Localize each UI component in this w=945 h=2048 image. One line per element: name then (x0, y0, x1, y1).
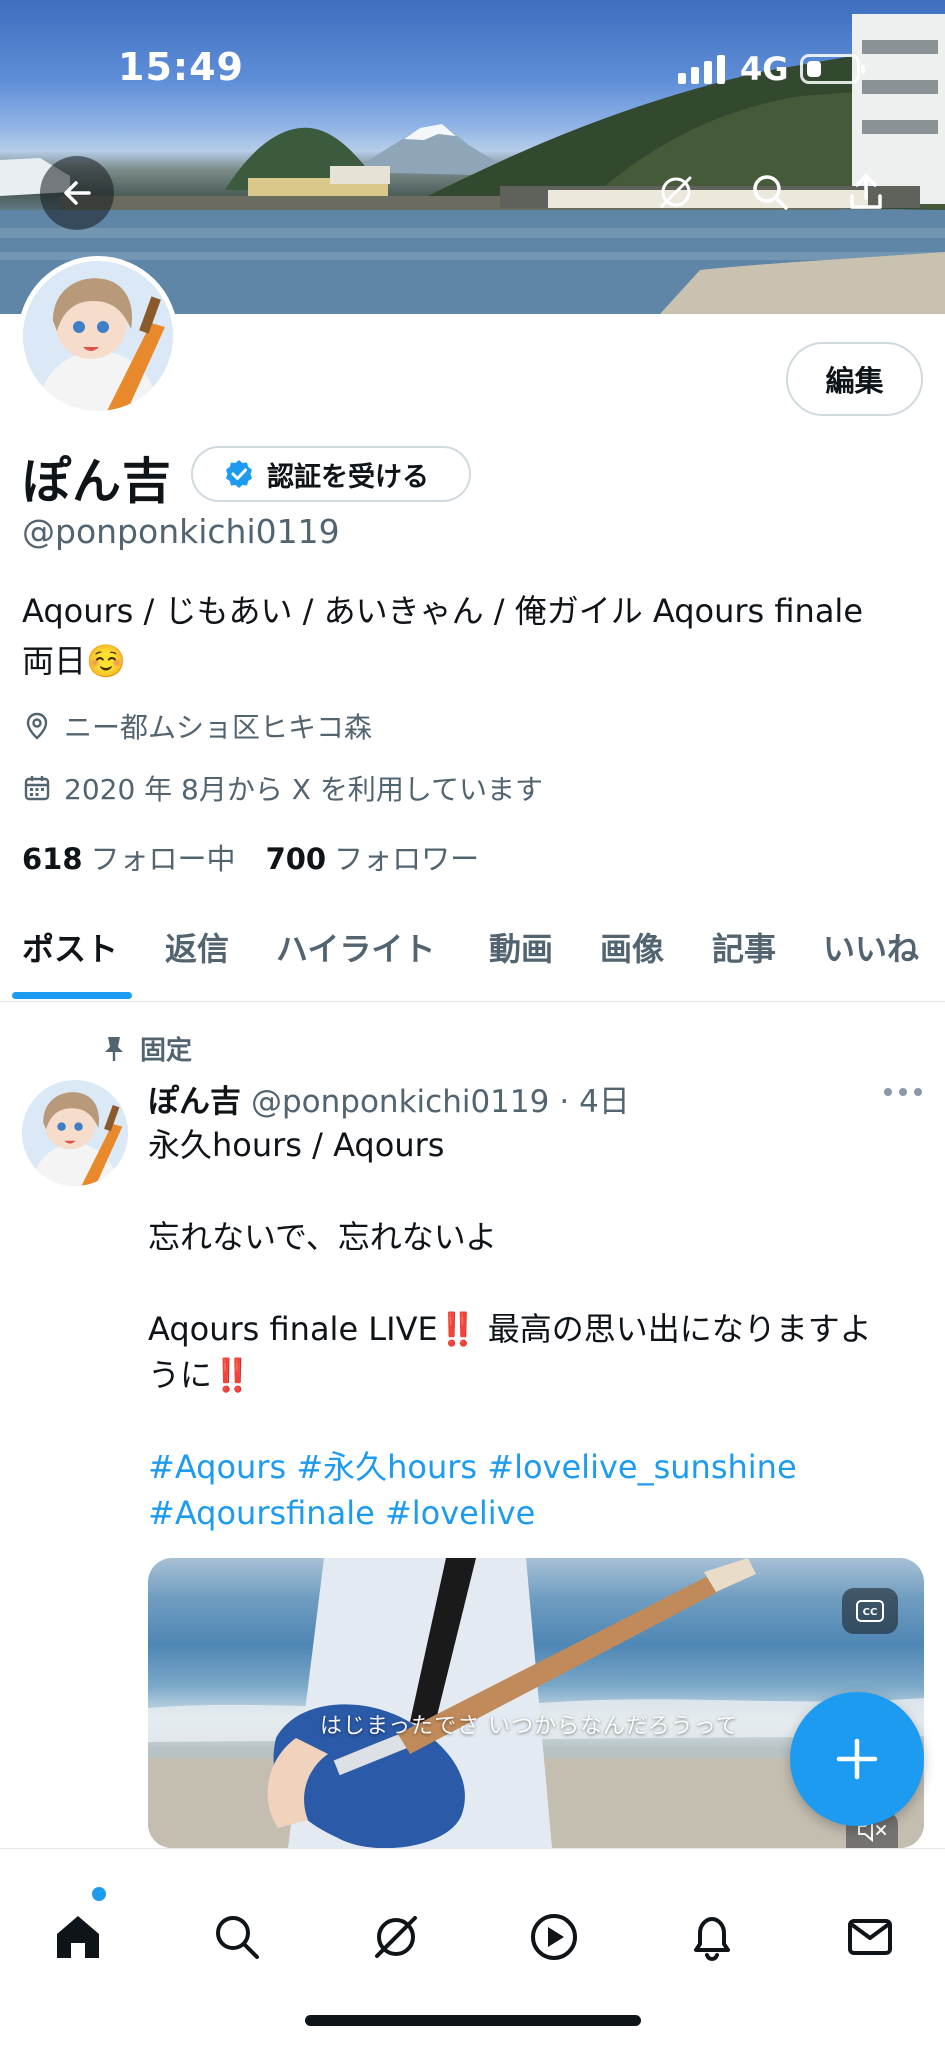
video-icon (531, 1914, 577, 1960)
profile-display-name: ぽん吉 (22, 453, 173, 510)
grok-button[interactable] (656, 172, 696, 212)
avatar-illustration (22, 1080, 128, 1186)
home-notification-dot (92, 1887, 106, 1901)
home-icon (57, 1916, 99, 1958)
share-icon (850, 174, 882, 209)
network-type: 4G (740, 50, 789, 88)
tab-images[interactable]: 画像 (600, 924, 664, 970)
more-dot-icon (884, 1088, 892, 1096)
status-time: 15:49 (118, 45, 244, 89)
status-bar: 15:49 4G (0, 0, 945, 130)
verified-badge-icon (226, 460, 252, 488)
signal-icon (678, 54, 725, 84)
followers-count: 700 (265, 842, 327, 876)
location-text: ニー都ムショ区ヒキコ森 (64, 711, 373, 744)
tab-replies[interactable]: 返信 (165, 924, 229, 970)
arrow-left-icon (64, 181, 91, 205)
grok-icon (660, 176, 692, 208)
pinned-label: 固定 (140, 1036, 193, 1066)
tab-videos[interactable]: 動画 (489, 924, 553, 970)
follow-stats: 618 フォロー中 700 フォロワー (22, 836, 479, 878)
grok-icon (375, 1916, 417, 1958)
captions-button[interactable]: CC (842, 1588, 898, 1634)
nav-grok[interactable] (366, 1907, 426, 1967)
post-text-line: 永久hours / Aqours (148, 1126, 445, 1164)
joined-text: 2020 年 8月から X を利用しています (64, 773, 544, 806)
nav-home[interactable] (48, 1907, 108, 1967)
nav-messages[interactable] (840, 1907, 900, 1967)
followers-link[interactable]: 700 フォロワー (266, 836, 480, 878)
search-icon (216, 1916, 259, 1959)
back-button[interactable] (40, 156, 114, 230)
followers-label: フォロワー (334, 842, 480, 876)
post-text-line: うに‼️ (148, 1356, 252, 1394)
profile-tabs: ポスト 返信 ハイライト 動画 画像 記事 いいね (0, 900, 945, 1002)
search-button[interactable] (750, 172, 790, 212)
mail-icon (848, 1919, 892, 1955)
post-text-line: Aqours finale LIVE‼️ 最高の思い出になりますよ (148, 1310, 872, 1348)
closed-captions-icon: CC (856, 1600, 884, 1622)
following-link[interactable]: 618 フォロー中 (22, 836, 236, 878)
nav-search[interactable] (207, 1907, 267, 1967)
calendar-icon (24, 776, 50, 801)
bio-line: Aqours / じもあい / あいきゃん / 俺ガイル Aqours fina… (22, 592, 864, 630)
tab-active-indicator (12, 992, 132, 999)
profile-location: ニー都ムショ区ヒキコ森 (22, 706, 372, 746)
battery-icon (800, 54, 865, 84)
profile-handle: @ponponkichi0119 (22, 512, 340, 551)
nav-notifications[interactable] (682, 1907, 742, 1967)
home-indicator (305, 2015, 641, 2026)
bottom-navigation (0, 1848, 945, 2048)
bio-line: 両日☺️ (22, 642, 126, 680)
location-pin-icon (26, 712, 48, 740)
post-hashtags[interactable]: #Aqoursfinale #lovelive (148, 1490, 908, 1536)
video-caption: はじまったでさ いつからなんだろうって (320, 1714, 739, 1739)
edit-profile-button[interactable]: 編集 (786, 342, 923, 416)
profile-bio: Aqours / じもあい / あいきゃん / 俺ガイル Aqours fina… (22, 586, 922, 686)
more-dot-icon (914, 1088, 922, 1096)
tab-articles[interactable]: 記事 (712, 924, 776, 970)
profile-joined: 2020 年 8月から X を利用しています (22, 768, 543, 808)
post-more-button[interactable] (884, 1088, 922, 1096)
following-label: フォロー中 (90, 842, 236, 876)
tab-highlights[interactable]: ハイライト (276, 924, 435, 970)
svg-text:CC: CC (863, 1607, 878, 1618)
post-author-name[interactable]: ぽん吉 (148, 1076, 241, 1121)
more-dot-icon (899, 1088, 907, 1096)
share-button[interactable] (846, 172, 886, 212)
avatar-illustration (23, 261, 173, 411)
post-hashtags[interactable]: #Aqours #永久hours #lovelive_sunshine (148, 1444, 908, 1490)
get-verified-label: 認証を受ける (267, 461, 429, 493)
compose-post-button[interactable] (790, 1692, 924, 1826)
plus-icon (836, 1738, 878, 1780)
post-time: · 4日 (559, 1084, 630, 1120)
pinned-indicator: 固定 (102, 1030, 192, 1067)
tab-likes[interactable]: いいね (823, 924, 919, 970)
post-header: ぽん吉 @ponponkichi0119 · 4日 (148, 1076, 630, 1121)
post-author-handle[interactable]: @ponponkichi0119 (251, 1084, 549, 1120)
get-verified-button[interactable]: 認証を受ける (191, 446, 471, 502)
nav-video[interactable] (524, 1907, 584, 1967)
following-count: 618 (22, 842, 83, 876)
post-text-line: 忘れないで、忘れないよ (148, 1218, 498, 1256)
pin-icon (105, 1036, 123, 1061)
tab-posts[interactable]: ポスト (22, 924, 118, 970)
post-author-avatar[interactable] (22, 1080, 128, 1186)
search-icon (753, 175, 788, 210)
profile-avatar[interactable] (18, 256, 178, 416)
bell-icon (694, 1917, 730, 1962)
